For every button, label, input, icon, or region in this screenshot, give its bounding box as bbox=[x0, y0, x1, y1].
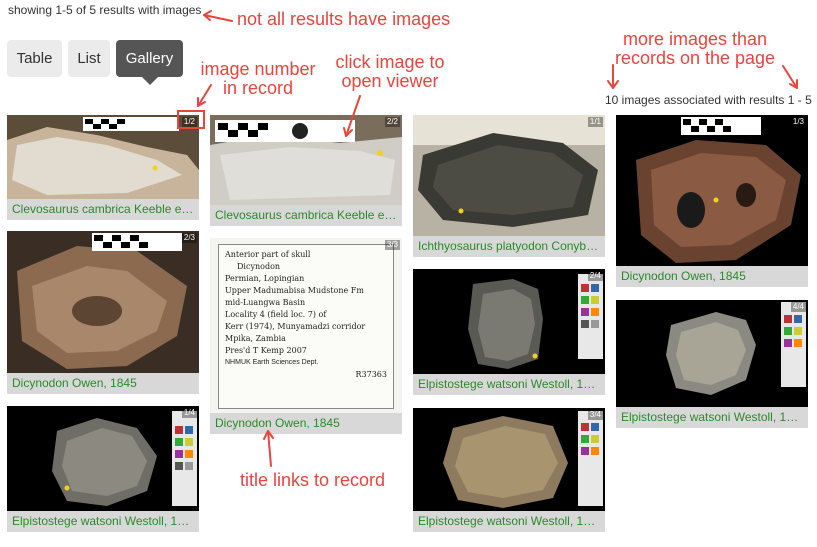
specimen-label: Anterior part of skull Dicynodon Permian… bbox=[218, 244, 394, 409]
annotation-title-links: title links to record bbox=[240, 470, 386, 490]
annotation-line: records on the page bbox=[614, 48, 776, 68]
label-line: NHMUK Earth Sciences Dept. bbox=[225, 359, 319, 366]
gallery-item[interactable]: 1/4 Elpistostege watsoni Westoll, 1938 bbox=[7, 406, 199, 532]
annotation-line: click image to bbox=[335, 52, 445, 72]
record-title-link[interactable]: Elpistostege watsoni Westoll, 1938 bbox=[616, 407, 808, 428]
image-number: 1/3 bbox=[790, 117, 806, 127]
image-number: 3/3 bbox=[384, 240, 400, 250]
arrow-icon bbox=[203, 14, 233, 22]
annotation-line: more images than bbox=[622, 29, 768, 49]
image-number: 1/2 bbox=[181, 117, 197, 127]
images-count: 10 images associated with results 1 - 5 bbox=[605, 93, 812, 107]
image-number: 1/4 bbox=[181, 408, 197, 418]
arrow-icon bbox=[267, 430, 272, 467]
gallery-item[interactable]: 1/3 Dicynodon Owen, 1845 bbox=[616, 115, 808, 287]
specimen-photo bbox=[413, 115, 605, 236]
gallery-item[interactable]: 2/2 Clevosaurus cambrica Keeble et al., … bbox=[210, 115, 402, 226]
label-line: Mpika, Zambia bbox=[225, 334, 286, 343]
label-line: Locality 4 (field loc. 7) of bbox=[225, 310, 327, 319]
label-line: mid-Luangwa Basin bbox=[225, 298, 306, 307]
annotation-click-image: click image to open viewer bbox=[330, 53, 450, 91]
label-line: R37363 bbox=[355, 370, 387, 379]
image-number: 4/4 bbox=[790, 302, 806, 312]
specimen-image[interactable]: 1/1 bbox=[413, 115, 605, 236]
label-line: Anterior part of skull bbox=[225, 250, 311, 259]
record-title-link[interactable]: Clevosaurus cambrica Keeble et al., 2018 bbox=[7, 199, 199, 220]
gallery-item[interactable]: 3/4 Elpistostege watsoni Westoll, 1938 bbox=[413, 408, 605, 532]
specimen-image[interactable]: 4/4 bbox=[616, 300, 808, 407]
gallery-item[interactable]: Anterior part of skull Dicynodon Permian… bbox=[210, 238, 402, 434]
specimen-image[interactable]: 2/4 bbox=[413, 269, 605, 374]
image-number: 2/2 bbox=[384, 117, 400, 127]
label-line: Kerr (1974), Munyamadzi corridor bbox=[225, 322, 366, 331]
gallery-item[interactable]: 4/4 Elpistostege watsoni Westoll, 1938 bbox=[616, 300, 808, 428]
tab-table[interactable]: Table bbox=[7, 40, 62, 77]
label-line: Permian, Lopingian bbox=[225, 274, 305, 283]
specimen-photo bbox=[413, 269, 605, 374]
specimen-image[interactable]: Anterior part of skull Dicynodon Permian… bbox=[210, 238, 402, 413]
image-number: 2/4 bbox=[587, 271, 603, 281]
specimen-image[interactable]: 2/3 bbox=[7, 231, 199, 373]
specimen-image[interactable]: 1/4 bbox=[7, 406, 199, 511]
gallery-item[interactable]: 2/4 Elpistostege watsoni Westoll, 1938 bbox=[413, 269, 605, 395]
specimen-photo bbox=[210, 115, 402, 205]
specimen-photo bbox=[616, 115, 808, 266]
annotation-image-number: image number in record bbox=[194, 60, 322, 98]
specimen-photo bbox=[7, 231, 199, 373]
record-title-link[interactable]: Ichthyosaurus platyodon Conybeare, 1822 bbox=[413, 236, 605, 257]
specimen-photo bbox=[7, 406, 199, 511]
arrow-icon bbox=[782, 65, 798, 89]
specimen-image[interactable]: 2/2 bbox=[210, 115, 402, 205]
annotation-line: in record bbox=[222, 78, 294, 98]
record-title-link[interactable]: Elpistostege watsoni Westoll, 1938 bbox=[413, 511, 605, 532]
annotation-line: open viewer bbox=[341, 71, 439, 91]
label-line: Pres'd T Kemp 2007 bbox=[225, 346, 307, 355]
record-title-link[interactable]: Dicynodon Owen, 1845 bbox=[616, 266, 808, 287]
specimen-image[interactable]: 3/4 bbox=[413, 408, 605, 511]
image-number: 3/4 bbox=[587, 410, 603, 420]
record-title-link[interactable]: Elpistostege watsoni Westoll, 1938 bbox=[413, 374, 605, 395]
image-number: 1/1 bbox=[587, 117, 603, 127]
gallery-item[interactable]: 1/1 Ichthyosaurus platyodon Conybeare, 1… bbox=[413, 115, 605, 257]
results-count: showing 1-5 of 5 results with images bbox=[8, 3, 202, 17]
gallery-item[interactable]: 2/3 Dicynodon Owen, 1845 bbox=[7, 231, 199, 394]
tab-gallery[interactable]: Gallery bbox=[116, 40, 183, 85]
record-title-link[interactable]: Clevosaurus cambrica Keeble et al., 2018 bbox=[210, 205, 402, 226]
label-line: Dicynodon bbox=[237, 262, 281, 271]
annotation-more-images: more images than records on the page bbox=[610, 30, 780, 68]
annotation-not-all-images: not all results have images bbox=[237, 9, 451, 29]
record-title-link[interactable]: Dicynodon Owen, 1845 bbox=[210, 413, 402, 434]
specimen-photo bbox=[413, 408, 605, 511]
record-title-link[interactable]: Elpistostege watsoni Westoll, 1938 bbox=[7, 511, 199, 532]
annotation-line: image number bbox=[200, 59, 316, 79]
gallery-item[interactable]: 1/2 Clevosaurus cambrica Keeble et al., … bbox=[7, 115, 199, 220]
specimen-image[interactable]: 1/3 bbox=[616, 115, 808, 266]
specimen-photo bbox=[7, 115, 199, 199]
specimen-photo bbox=[616, 300, 808, 407]
record-title-link[interactable]: Dicynodon Owen, 1845 bbox=[7, 373, 199, 394]
label-line: Upper Madumabisa Mudstone Fm bbox=[225, 286, 364, 295]
tab-list[interactable]: List bbox=[68, 40, 110, 77]
image-number: 2/3 bbox=[181, 233, 197, 243]
specimen-image[interactable]: 1/2 bbox=[7, 115, 199, 199]
